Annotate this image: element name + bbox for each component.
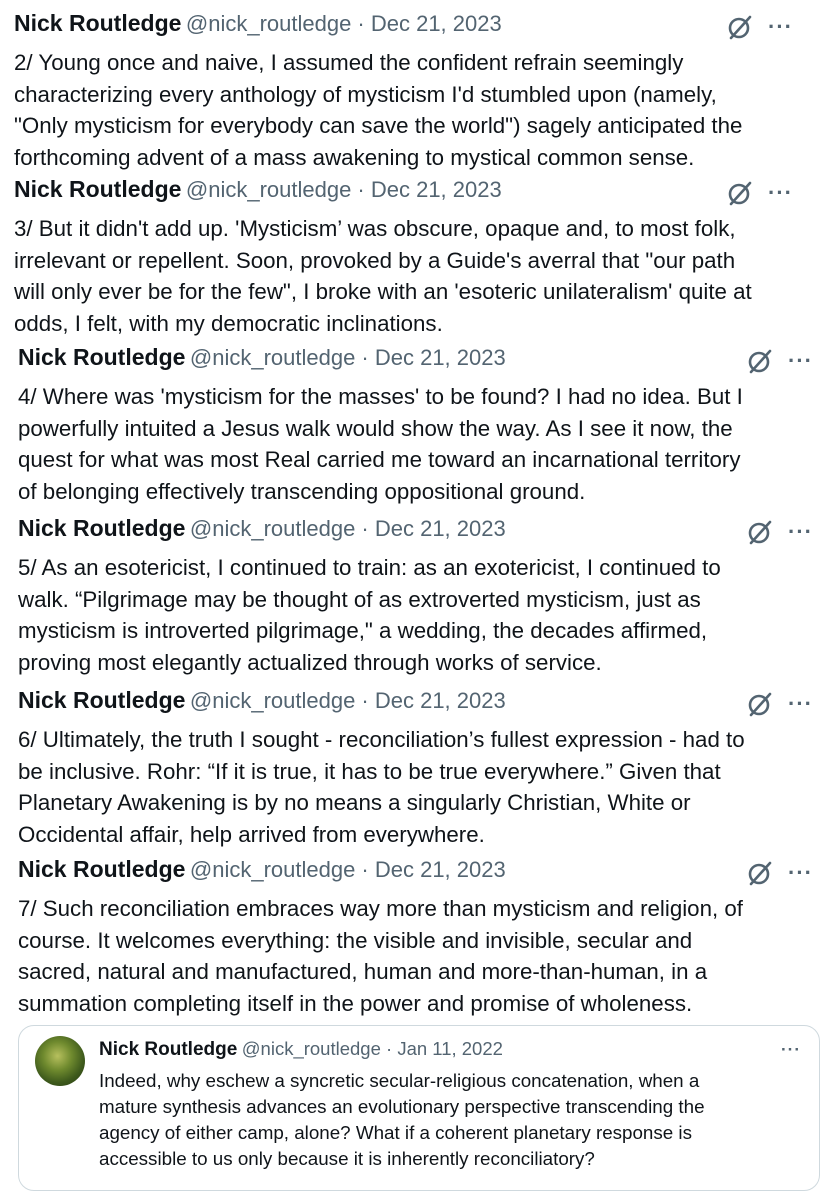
avatar[interactable]	[35, 1036, 85, 1086]
author-name[interactable]: Nick Routledge	[18, 687, 185, 713]
author-meta[interactable]: @nick_routledge · Dec 21, 2023	[186, 177, 502, 202]
tweet-actions: ···	[746, 517, 813, 547]
quoted-tweet-header: Nick Routledge @nick_routledge · Jan 11,…	[99, 1038, 503, 1061]
author-meta[interactable]: @nick_routledge · Dec 21, 2023	[190, 857, 506, 882]
grok-icon[interactable]	[726, 179, 754, 207]
tweet-text: 6/ Ultimately, the truth I sought - reco…	[18, 727, 745, 847]
more-options-icon[interactable]: ···	[768, 16, 793, 38]
tweet-text: 4/ Where was 'mysticism for the masses' …	[18, 384, 743, 504]
quoted-author-meta[interactable]: @nick_routledge · Jan 11, 2022	[242, 1038, 503, 1059]
quoted-tweet-text: Indeed, why eschew a syncretic secular-r…	[99, 1070, 705, 1169]
author-meta[interactable]: @nick_routledge · Dec 21, 2023	[190, 516, 506, 541]
author-meta[interactable]: @nick_routledge · Dec 21, 2023	[190, 688, 506, 713]
tweet-header: Nick Routledge @nick_routledge · Dec 21,…	[18, 856, 835, 890]
more-options-icon[interactable]: ···	[788, 693, 813, 715]
tweet-text: 3/ But it didn't add up. 'Mysticism’ was…	[14, 216, 752, 336]
grok-icon[interactable]	[746, 690, 774, 718]
more-options-icon[interactable]: ···	[788, 350, 813, 372]
tweet-actions: ···	[746, 689, 813, 719]
author-name[interactable]: Nick Routledge	[18, 856, 185, 882]
tweet-text: 2/ Young once and naive, I assumed the c…	[14, 50, 743, 170]
grok-icon[interactable]	[746, 518, 774, 546]
author-name[interactable]: Nick Routledge	[18, 515, 185, 541]
tweet-actions: ···	[746, 346, 813, 376]
tweet-text: 7/ Such reconciliation embraces way more…	[18, 896, 743, 1016]
tweet-header: Nick Routledge @nick_routledge · Dec 21,…	[14, 10, 835, 44]
tweet-header: Nick Routledge @nick_routledge · Dec 21,…	[18, 515, 835, 549]
tweet-header: Nick Routledge @nick_routledge · Dec 21,…	[18, 687, 835, 721]
tweet-text: 5/ As an esotericist, I continued to tra…	[18, 555, 721, 675]
author-meta[interactable]: @nick_routledge · Dec 21, 2023	[186, 11, 502, 36]
more-options-icon[interactable]: ···	[788, 862, 813, 884]
more-options-icon[interactable]: ···	[781, 1040, 801, 1060]
grok-icon[interactable]	[746, 347, 774, 375]
tweet-header: Nick Routledge @nick_routledge · Dec 21,…	[14, 176, 835, 210]
more-options-icon[interactable]: ···	[788, 521, 813, 543]
tweet-actions: ···	[746, 858, 813, 888]
grok-icon[interactable]	[746, 859, 774, 887]
quoted-tweet[interactable]: Nick Routledge @nick_routledge · Jan 11,…	[18, 1025, 820, 1191]
author-name[interactable]: Nick Routledge	[14, 176, 181, 202]
tweet-actions: ···	[726, 12, 793, 42]
author-meta[interactable]: @nick_routledge · Dec 21, 2023	[190, 345, 506, 370]
quoted-author-name[interactable]: Nick Routledge	[99, 1039, 237, 1060]
more-options-icon[interactable]: ···	[768, 182, 793, 204]
grok-icon[interactable]	[726, 13, 754, 41]
tweet-actions: ···	[726, 178, 793, 208]
author-name[interactable]: Nick Routledge	[18, 344, 185, 370]
tweet-header: Nick Routledge @nick_routledge · Dec 21,…	[18, 344, 835, 378]
author-name[interactable]: Nick Routledge	[14, 10, 181, 36]
